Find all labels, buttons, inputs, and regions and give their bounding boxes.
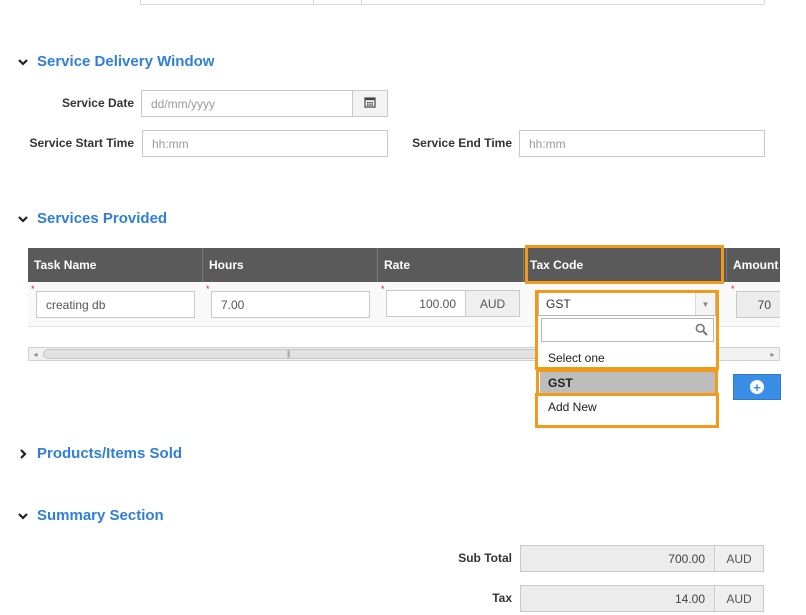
service-end-time-label: Service End Time <box>412 136 512 150</box>
tax-currency-tag: AUD <box>714 585 764 612</box>
required-marker: * <box>31 284 35 294</box>
chevron-right-icon <box>17 448 29 460</box>
column-header-tax-code[interactable]: Tax Code <box>524 248 727 282</box>
chevron-down-icon <box>17 510 29 522</box>
column-header-rate[interactable]: Rate <box>378 248 524 282</box>
subtotal-currency-tag: AUD <box>714 545 764 572</box>
chevron-down-icon <box>17 213 29 225</box>
dropdown-option-select-one[interactable]: Select one <box>540 347 715 369</box>
scroll-left-arrow-icon[interactable]: ◂ <box>29 348 42 360</box>
dropdown-option-gst[interactable]: GST <box>540 372 715 393</box>
products-section-header[interactable]: Products/Items Sold <box>17 445 182 462</box>
amount-input: 70 <box>736 291 780 318</box>
section-title: Service Delivery Window <box>37 53 215 70</box>
chevron-down-icon <box>17 56 29 68</box>
rate-input[interactable]: 100.00 <box>386 290 466 317</box>
column-header-hours[interactable]: Hours <box>203 248 378 282</box>
calendar-button[interactable] <box>352 90 388 117</box>
service-start-time-input[interactable]: hh:mm <box>142 130 388 157</box>
task-name-input[interactable]: creating db <box>36 291 195 318</box>
tax-label: Tax <box>492 591 512 605</box>
hours-input[interactable]: 7.00 <box>211 291 370 318</box>
required-marker: * <box>381 284 385 294</box>
rate-currency-tag: AUD <box>465 290 520 317</box>
section-title: Products/Items Sold <box>37 445 183 462</box>
search-icon <box>695 323 708 341</box>
services-grid-header: Task Name Hours Rate Tax Code Amount <box>28 248 780 282</box>
calendar-icon <box>364 95 376 113</box>
scrollbar-thumb[interactable]: ||| <box>43 349 548 359</box>
service-date-input[interactable]: dd/mm/yyyy <box>141 90 353 117</box>
service-delivery-section-header[interactable]: Service Delivery Window <box>17 53 214 70</box>
section-title: Services Provided <box>37 210 168 227</box>
column-header-amount[interactable]: Amount <box>727 248 780 282</box>
subtotal-value: 700.00 <box>520 545 715 572</box>
tax-code-search-input[interactable] <box>541 318 714 342</box>
services-provided-section-header[interactable]: Services Provided <box>17 210 167 227</box>
section-title: Summary Section <box>37 507 164 524</box>
previous-section-bottom-edge <box>140 0 765 5</box>
service-end-time-input[interactable]: hh:mm <box>519 130 765 157</box>
tax-value: 14.00 <box>520 585 715 612</box>
required-marker: * <box>206 284 210 294</box>
required-marker: * <box>731 284 735 294</box>
plus-circle-icon: + <box>750 380 764 394</box>
chevron-down-icon: ▼ <box>695 293 715 315</box>
column-header-task-name[interactable]: Task Name <box>28 248 203 282</box>
service-start-time-label: Service Start Time <box>29 136 134 150</box>
subtotal-label: Sub Total <box>458 551 512 565</box>
add-row-button[interactable]: + <box>733 374 781 400</box>
tax-code-select[interactable]: GST ▼ <box>538 292 716 316</box>
service-date-label: Service Date <box>61 96 134 110</box>
scroll-right-arrow-icon[interactable]: ▸ <box>766 348 779 360</box>
summary-section-header[interactable]: Summary Section <box>17 507 164 524</box>
dropdown-option-add-new[interactable]: Add New <box>540 396 715 418</box>
